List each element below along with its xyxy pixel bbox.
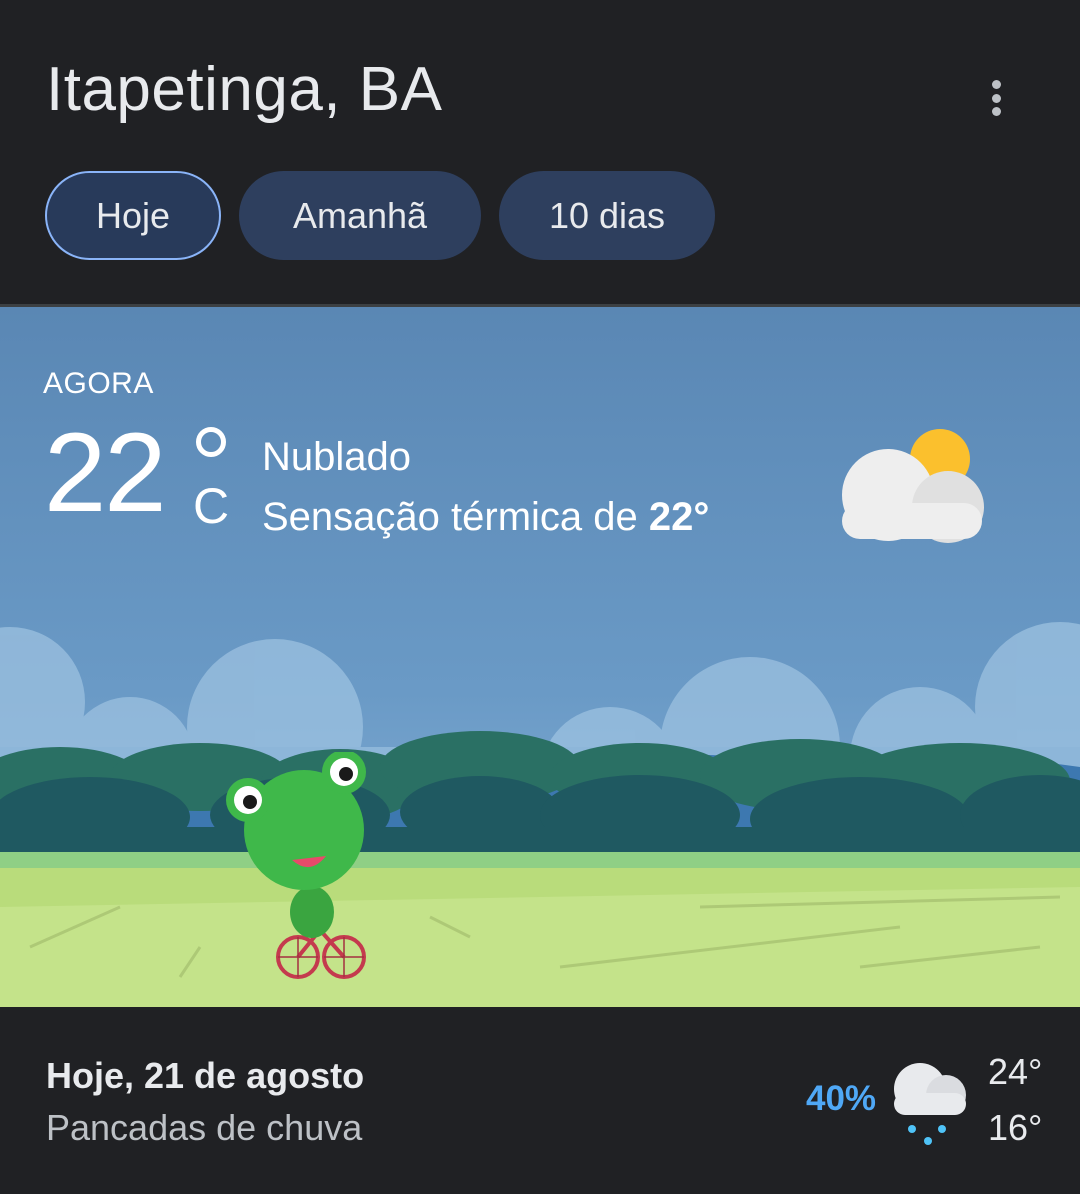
current-condition: Nublado [262, 435, 412, 479]
feels-like: Sensação térmica de 22° [262, 495, 709, 540]
current-weather-scene: AGORA 22 C Nublado Sensação térmica de 2… [0, 307, 1080, 1007]
precipitation-chance: 40% [806, 1079, 877, 1118]
partly-cloudy-icon [842, 429, 984, 543]
location-title: Itapetinga, BA [46, 55, 443, 124]
forecast-description: Pancadas de chuva [46, 1107, 363, 1148]
low-temperature: 16° [988, 1107, 1043, 1148]
now-label: AGORA [43, 367, 154, 400]
rain-showers-icon [894, 1063, 966, 1145]
more-vert-icon[interactable] [976, 76, 1016, 120]
tab-hoje[interactable]: Hoje [45, 171, 221, 260]
frog-mascot-icon [226, 752, 366, 979]
tab-10-dias[interactable]: 10 dias [499, 171, 715, 260]
feels-like-value: 22° [648, 495, 710, 539]
menu-dot [991, 93, 1001, 103]
today-forecast-row[interactable]: Hoje, 21 de agosto Pancadas de chuva 40%… [0, 1007, 1080, 1194]
header: Itapetinga, BA Hoje Amanhã 10 dias [0, 0, 1080, 306]
forecast-day: Hoje, 21 de agosto [46, 1055, 365, 1096]
menu-dot [991, 80, 1001, 89]
feels-like-prefix: Sensação térmica de [262, 495, 638, 539]
tab-amanha[interactable]: Amanhã [239, 171, 481, 260]
menu-dot [991, 107, 1001, 116]
high-temperature: 24° [988, 1051, 1043, 1092]
temperature-unit: C [193, 478, 230, 534]
current-temperature: 22 [44, 410, 167, 535]
day-tabs: Hoje Amanhã 10 dias [45, 171, 715, 260]
degree-symbol [196, 427, 226, 457]
